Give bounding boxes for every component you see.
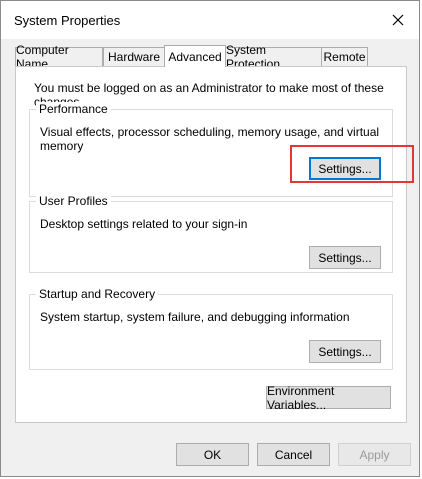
startup-recovery-title: Startup and Recovery [36,287,159,301]
tab-advanced[interactable]: Advanced [164,45,226,67]
close-button[interactable] [383,5,413,35]
performance-title: Performance [36,102,111,116]
ok-button[interactable]: OK [176,443,249,466]
tab-remote[interactable]: Remote [321,47,368,66]
environment-variables-button[interactable]: Environment Variables... [266,384,391,412]
cancel-button[interactable]: Cancel [257,443,330,466]
tab-computer-name[interactable]: Computer Name [15,43,103,71]
tab-hardware[interactable]: Hardware [103,47,165,66]
system-properties-window: System Properties Computer Name Hardware… [0,0,420,477]
advanced-panel: You must be logged on as an Administrato… [15,66,407,423]
startup-recovery-description: System startup, system failure, and debu… [40,310,350,324]
user-profiles-group: User Profiles Desktop settings related t… [29,194,393,273]
user-profiles-description: Desktop settings related to your sign-in [40,217,248,231]
title-bar: System Properties [1,1,419,39]
close-icon [392,14,404,26]
apply-button[interactable]: Apply [338,443,411,466]
highlight-box [290,145,414,183]
startup-recovery-settings-button[interactable]: Settings... [309,340,381,363]
window-title: System Properties [14,13,121,28]
tab-system-protection[interactable]: System Protection [225,43,322,71]
user-profiles-title: User Profiles [36,194,111,208]
startup-recovery-group: Startup and Recovery System startup, sys… [29,287,393,370]
user-profiles-settings-button[interactable]: Settings... [309,246,381,269]
